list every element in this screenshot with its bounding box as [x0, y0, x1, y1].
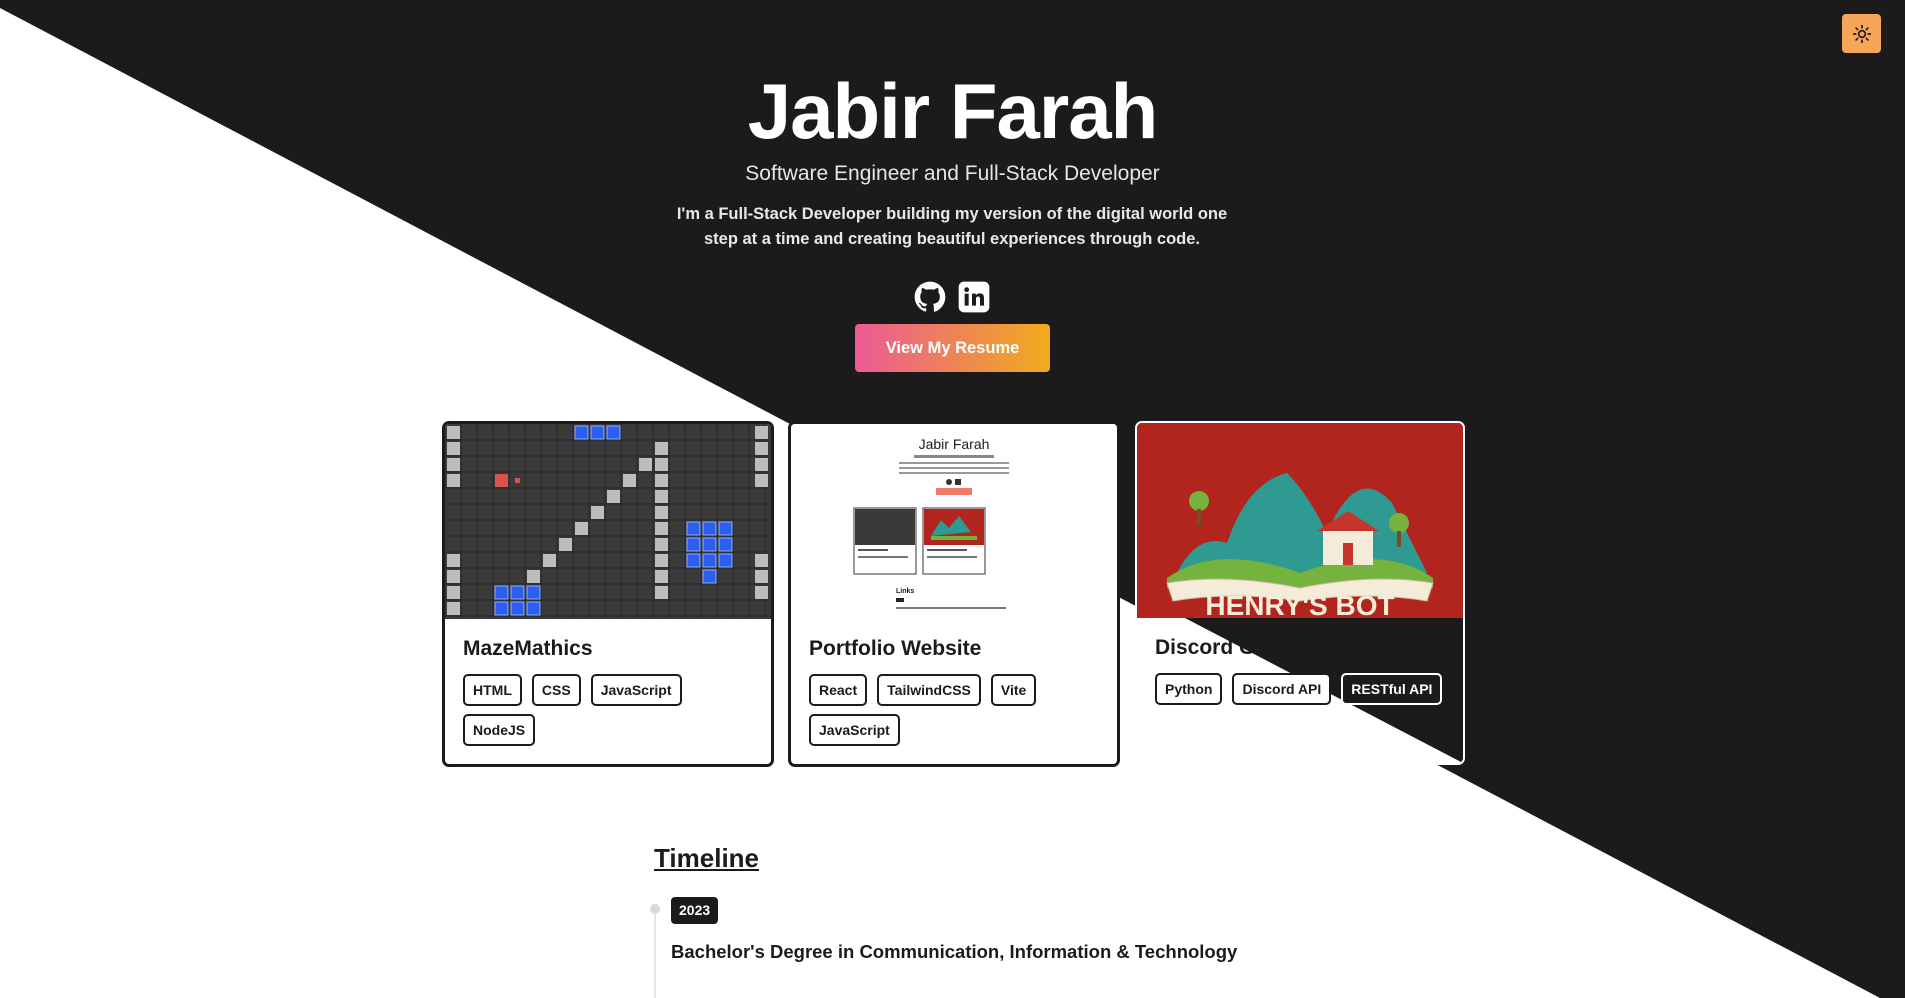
page-title: Jabir Farah [747, 67, 1159, 155]
tech-tag: NodeJS [463, 714, 536, 746]
project-title: Portfolio Website [809, 637, 982, 660]
project-tags: HTML CSS JavaScript NodeJS [463, 674, 763, 746]
project-tags: Python Discord API RESTful API [1155, 673, 1455, 705]
view-resume-button[interactable]: View My Resume [855, 324, 1050, 372]
project-title: Discord Geography Bot [1155, 636, 1391, 659]
thumbnail-site-title: Jabir Farah [919, 436, 990, 452]
tech-tag: JavaScript [590, 674, 682, 706]
timeline-dot [650, 904, 660, 914]
social-links [913, 280, 991, 314]
project-thumbnail-henrys-bot: HENRY'S BOT [1137, 423, 1463, 618]
tech-tag: Vite [990, 674, 1037, 706]
github-icon [914, 281, 946, 312]
tech-tag: Discord API [1232, 673, 1332, 705]
project-thumbnail-maze [445, 424, 771, 619]
bio-text: I'm a Full-Stack Developer building my v… [676, 205, 1228, 248]
timeline-line [654, 905, 656, 998]
tech-tag: React [809, 674, 868, 706]
timeline-heading: Timeline [654, 843, 760, 873]
project-card-portfolio[interactable]: Jabir Farah Links Portfolio Website Reac… [788, 421, 1120, 767]
project-thumbnail-portfolio: Jabir Farah Links [791, 424, 1117, 619]
sun-icon [1852, 24, 1871, 43]
tech-tag: TailwindCSS [877, 674, 981, 706]
timeline-item-title: Bachelor's Degree in Communication, Info… [671, 941, 1238, 962]
tech-tag: HTML [463, 674, 522, 706]
tech-tag: Python [1155, 673, 1223, 705]
tech-tag: RESTful API [1341, 673, 1443, 705]
linkedin-link[interactable] [957, 280, 991, 314]
github-link[interactable] [913, 280, 947, 314]
tech-tag: JavaScript [809, 714, 900, 746]
thumbnail-links-heading: Links [896, 588, 914, 595]
svg-text:HENRY'S BOT: HENRY'S BOT [1205, 590, 1394, 618]
linkedin-icon [958, 281, 990, 313]
project-card-mazemathics[interactable]: MazeMathics HTML CSS JavaScript NodeJS [442, 421, 774, 767]
timeline-year-badge: 2023 [671, 897, 719, 924]
page-subtitle: Software Engineer and Full-Stack Develop… [745, 162, 1160, 185]
tech-tag: CSS [531, 674, 581, 706]
project-tags: React TailwindCSS Vite JavaScript [809, 674, 1109, 746]
project-title: MazeMathics [463, 637, 593, 660]
theme-toggle-button[interactable] [1842, 14, 1881, 53]
project-card-discord-bot[interactable]: HENRY'S BOT Discord Geography Bot Python… [1135, 421, 1465, 765]
